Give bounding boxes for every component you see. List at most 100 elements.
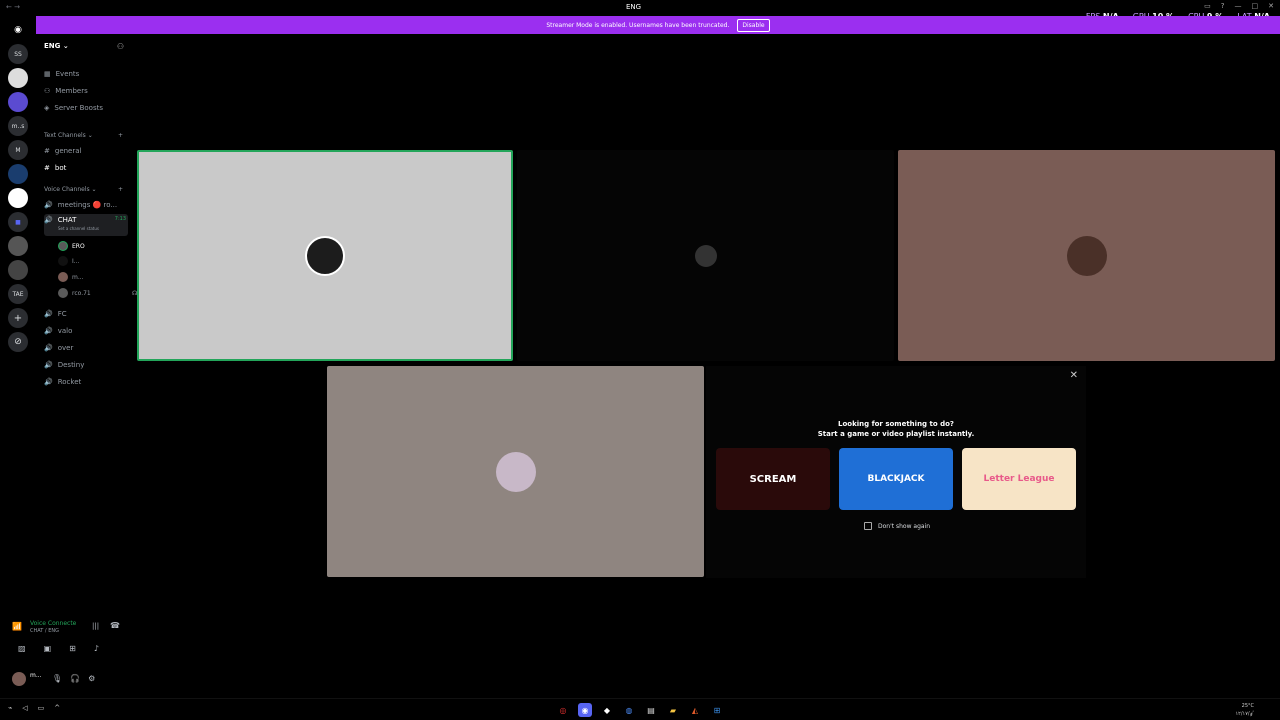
taskbar-tray-left: ⌁ ◁ ▭ ^ <box>8 704 60 712</box>
folder-icon[interactable]: ■ <box>8 212 28 232</box>
inbox-icon[interactable]: ▭ <box>1204 2 1211 10</box>
user-avatar[interactable] <box>12 672 26 686</box>
nav-arrows[interactable]: ← → <box>6 3 20 11</box>
help-icon[interactable]: ? <box>1221 2 1225 10</box>
add-channel-icon[interactable]: + <box>118 132 123 139</box>
server-rail: ◉ SS m..s M ■ TAE + ⊘ <box>0 16 36 696</box>
voice-channel-over[interactable]: 🔊 over <box>44 341 128 355</box>
server-icon[interactable]: M <box>8 140 28 160</box>
voice-actions: ▨ ▣ ⊞ ♪ <box>18 644 99 653</box>
server-icon[interactable]: TAE <box>8 284 28 304</box>
server-icon[interactable] <box>8 164 28 184</box>
user-controls: 🎙 🎧 ⚙ <box>52 674 95 683</box>
checkbox[interactable] <box>864 522 872 530</box>
camera-off-icon[interactable]: ▨ <box>18 644 26 653</box>
channel-sidebar: ENG ⌄ ⚇ ▦ Events ⚇ Members ◈ Server Boosts … <box>36 34 137 614</box>
app-icon[interactable]: ◎ <box>556 703 570 717</box>
avatar <box>58 272 68 282</box>
file-explorer-icon[interactable]: ▰ <box>666 703 680 717</box>
game-card-letter-league[interactable]: Letter League <box>962 448 1076 510</box>
settings-icon[interactable]: ⚙ <box>88 674 95 683</box>
participant-tile[interactable] <box>898 150 1275 361</box>
window-title: ENG <box>626 3 642 11</box>
speaker-icon: 🔊 <box>44 378 53 386</box>
minimize-icon[interactable]: — <box>1235 2 1242 10</box>
category-text-channels[interactable]: Text Channels ⌄ + <box>44 132 128 139</box>
speaker-icon: 🔊 <box>44 216 53 224</box>
voice-user[interactable]: m... <box>58 272 84 282</box>
speaker-icon: 🔊 <box>44 361 53 369</box>
banner-text: Streamer Mode is enabled. Usernames have… <box>546 21 730 29</box>
microphone-icon[interactable]: 🎙 <box>52 674 62 683</box>
channel-general[interactable]: # general <box>44 144 128 158</box>
add-server-icon[interactable]: + <box>8 308 28 328</box>
taskbar-clock[interactable]: 25°C ٴٶ/١٢/١٧ <box>1235 702 1254 718</box>
chrome-icon[interactable]: ◍ <box>622 703 636 717</box>
voice-channel-meetings[interactable]: 🔊 meetings 🔴 ro... <box>44 198 128 212</box>
maximize-icon[interactable]: □ <box>1252 2 1259 10</box>
volume-icon[interactable]: ◁ <box>22 704 27 712</box>
soundboard-icon[interactable]: ♪ <box>94 644 99 653</box>
invite-icon[interactable]: ⚇ <box>117 42 124 51</box>
speaker-icon: 🔊 <box>44 327 53 335</box>
server-icon[interactable] <box>8 68 28 88</box>
game-card-scream[interactable]: SCREAM <box>716 448 830 510</box>
user-name: m... <box>30 672 42 679</box>
sidebar-item-boosts[interactable]: ◈ Server Boosts <box>44 104 103 112</box>
participant-tile[interactable] <box>137 150 513 361</box>
server-icon[interactable] <box>8 236 28 256</box>
close-icon[interactable]: ✕ <box>1268 2 1274 10</box>
server-icon[interactable]: m..s <box>8 116 28 136</box>
voice-connection-panel: 📶 Voice Connecte CHAT / ENG ||| ☎ ▨ ▣ ⊞ … <box>4 614 128 692</box>
participant-tile[interactable] <box>327 366 704 577</box>
disconnect-icon[interactable]: ☎ <box>110 621 120 630</box>
participant-tile[interactable] <box>517 150 894 361</box>
promo-heading: Looking for something to do? <box>838 420 954 428</box>
server-icon[interactable] <box>8 92 28 112</box>
streamer-mode-banner: Streamer Mode is enabled. Usernames have… <box>36 16 1280 34</box>
date-text: ٴٶ/١٢/١٧ <box>1235 711 1254 717</box>
voice-channel-fc[interactable]: 🔊 FC <box>44 307 128 321</box>
dont-show-again-checkbox[interactable]: Don't show again <box>864 522 930 530</box>
taskbar-apps: ◎ ◉ ◆ ◍ ▤ ▰ ◭ ⊞ <box>556 703 724 717</box>
chevron-up-icon[interactable]: ^ <box>54 704 60 712</box>
voice-channel-rocket[interactable]: 🔊 Rocket <box>44 375 128 389</box>
speaker-icon: 🔊 <box>44 344 53 352</box>
battery-icon[interactable]: ▭ <box>38 704 45 712</box>
headphones-icon[interactable]: 🎧 <box>70 674 80 683</box>
voice-channel-destiny[interactable]: 🔊 Destiny <box>44 358 128 372</box>
disable-button[interactable]: Disable <box>737 18 770 32</box>
voice-user[interactable]: ERO <box>58 241 85 251</box>
sidebar-item-members[interactable]: ⚇ Members <box>44 87 88 95</box>
server-icon[interactable]: SS <box>8 44 28 64</box>
sidebar-item-events[interactable]: ▦ Events <box>44 70 79 78</box>
screen-share-icon[interactable]: ▣ <box>44 644 52 653</box>
voice-channel-chat[interactable]: 🔊 CHAT 7:13 Set a channel status <box>44 214 128 236</box>
avatar <box>1066 235 1107 276</box>
signal-icon[interactable]: 📶 <box>12 622 22 631</box>
channel-bot[interactable]: # bot <box>44 161 128 175</box>
app-icon[interactable]: ◆ <box>600 703 614 717</box>
promo-subheading: Start a game or video playlist instantly… <box>817 430 975 438</box>
voice-user[interactable]: I... <box>58 256 80 266</box>
add-channel-icon[interactable]: + <box>118 186 123 193</box>
voice-connected-channel[interactable]: CHAT / ENG <box>30 628 59 634</box>
server-icon[interactable] <box>8 260 28 280</box>
discord-home-icon[interactable]: ◉ <box>8 20 28 40</box>
avatar <box>305 235 345 276</box>
category-voice-channels[interactable]: Voice Channels ⌄ + <box>44 186 128 193</box>
server-icon[interactable] <box>8 188 28 208</box>
close-icon[interactable]: ✕ <box>1070 370 1078 381</box>
windows-start-icon[interactable]: ⊞ <box>710 703 724 717</box>
discord-app-icon[interactable]: ◉ <box>578 703 592 717</box>
app-icon[interactable]: ◭ <box>688 703 702 717</box>
server-name[interactable]: ENG ⌄ <box>44 42 69 50</box>
calendar-app-icon[interactable]: ▤ <box>644 703 658 717</box>
voice-channel-valo[interactable]: 🔊 valo <box>44 324 128 338</box>
network-icon[interactable]: ⌁ <box>8 704 12 712</box>
game-card-blackjack[interactable]: BLACKJACK <box>839 448 953 510</box>
explore-icon[interactable]: ⊘ <box>8 332 28 352</box>
voice-user[interactable]: rco.71 ☊ <box>58 288 138 298</box>
noise-suppression-icon[interactable]: ||| <box>92 622 99 630</box>
activity-icon[interactable]: ⊞ <box>69 644 76 653</box>
